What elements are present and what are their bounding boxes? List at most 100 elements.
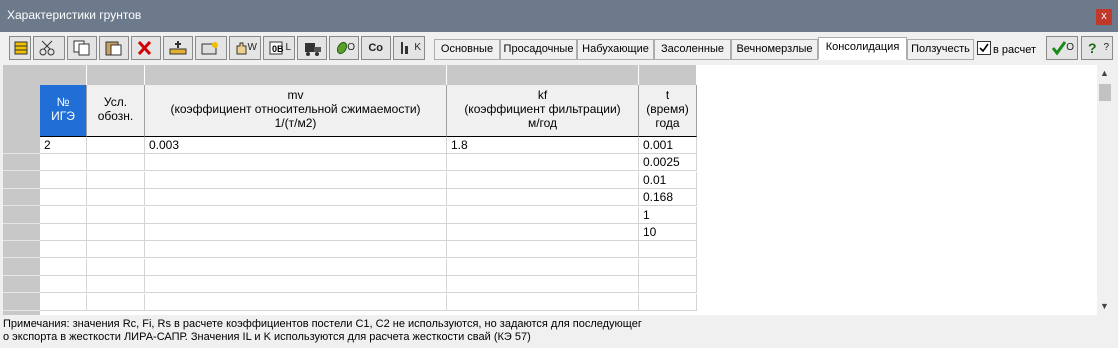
- header-ige[interactable]: № ИГЭ: [40, 85, 87, 137]
- row-header[interactable]: [3, 241, 40, 258]
- cell-usl[interactable]: [87, 137, 145, 154]
- cell-mv[interactable]: [145, 294, 447, 311]
- copy-button[interactable]: [67, 36, 97, 60]
- cell-t[interactable]: 1: [639, 207, 697, 224]
- k-button[interactable]: K: [393, 36, 425, 60]
- table-icon-button[interactable]: [9, 36, 31, 60]
- cell-mv[interactable]: [145, 189, 447, 206]
- cell-kf[interactable]: [447, 224, 639, 241]
- header-usl[interactable]: Усл. обозн.: [87, 85, 145, 137]
- scroll-down-icon[interactable]: ▼: [1100, 301, 1109, 311]
- hand-button[interactable]: W: [229, 36, 261, 60]
- cell-t[interactable]: [639, 276, 697, 293]
- cell-ige[interactable]: [40, 276, 87, 293]
- cell-mv[interactable]: [145, 259, 447, 276]
- help-button[interactable]: ? ?: [1081, 36, 1113, 60]
- cell-usl[interactable]: [87, 241, 145, 258]
- leaf-button[interactable]: O: [329, 36, 359, 60]
- cell-mv[interactable]: [145, 241, 447, 258]
- tab-vechnomerzlye[interactable]: Вечномерзлые: [731, 39, 818, 60]
- row-header[interactable]: [3, 207, 40, 224]
- cell-ige[interactable]: [40, 189, 87, 206]
- column-band-usl[interactable]: [87, 65, 145, 85]
- cell-ige[interactable]: [40, 259, 87, 276]
- cell-mv[interactable]: [145, 276, 447, 293]
- sort-button[interactable]: 0B L: [263, 36, 295, 60]
- cell-kf[interactable]: [447, 172, 639, 189]
- cell-kf[interactable]: [447, 276, 639, 293]
- column-band-t[interactable]: [639, 65, 697, 85]
- tab-osnovnye[interactable]: Основные: [434, 39, 500, 60]
- cell-kf[interactable]: [447, 294, 639, 311]
- paste-button[interactable]: [99, 36, 129, 60]
- cell-usl[interactable]: [87, 224, 145, 241]
- cell-mv[interactable]: [145, 154, 447, 171]
- row-header[interactable]: [3, 137, 40, 154]
- delete-button[interactable]: [131, 36, 161, 60]
- cell-usl[interactable]: [87, 259, 145, 276]
- cell-ige[interactable]: [40, 154, 87, 171]
- cell-kf[interactable]: [447, 241, 639, 258]
- cell-usl[interactable]: [87, 154, 145, 171]
- cell-t[interactable]: [639, 294, 697, 311]
- cell-kf[interactable]: [447, 259, 639, 276]
- fill-button[interactable]: [195, 36, 227, 60]
- cell-kf[interactable]: [447, 154, 639, 171]
- cell-mv[interactable]: [145, 207, 447, 224]
- cell-t[interactable]: 10: [639, 224, 697, 241]
- cell-ige[interactable]: [40, 241, 87, 258]
- cell-mv[interactable]: [145, 224, 447, 241]
- tab-konsolidatsiya[interactable]: Консолидация: [818, 37, 907, 60]
- cell-t[interactable]: [639, 241, 697, 258]
- cut-button[interactable]: [33, 36, 65, 60]
- row-header[interactable]: [3, 154, 40, 171]
- row-header[interactable]: [3, 276, 40, 293]
- cell-ige[interactable]: 2: [40, 137, 87, 154]
- cell-mv[interactable]: [145, 172, 447, 189]
- cell-kf[interactable]: [447, 207, 639, 224]
- checkbox-box[interactable]: [977, 41, 991, 55]
- cell-usl[interactable]: [87, 189, 145, 206]
- row-header[interactable]: [3, 224, 40, 241]
- scroll-thumb[interactable]: [1099, 84, 1111, 101]
- calc-button[interactable]: [297, 36, 327, 60]
- cell-ige[interactable]: [40, 224, 87, 241]
- cell-usl[interactable]: [87, 276, 145, 293]
- cell-usl[interactable]: [87, 172, 145, 189]
- row-header[interactable]: [3, 189, 40, 206]
- cell-kf[interactable]: 1.8: [447, 137, 639, 154]
- column-band-mv[interactable]: [145, 65, 447, 85]
- header-mv[interactable]: mv (коэффициент относительной сжимаемост…: [145, 85, 447, 137]
- in-calc-checkbox[interactable]: в расчет: [977, 41, 1036, 56]
- cell-t[interactable]: 0.001: [639, 137, 697, 154]
- header-t[interactable]: t (время) года: [639, 85, 697, 137]
- cell-ige[interactable]: [40, 294, 87, 311]
- cell-ige[interactable]: [40, 172, 87, 189]
- cell-usl[interactable]: [87, 207, 145, 224]
- cell-t[interactable]: [639, 259, 697, 276]
- scroll-up-icon[interactable]: ▲: [1100, 68, 1109, 78]
- row-header[interactable]: [3, 172, 40, 189]
- cell-ige[interactable]: [40, 207, 87, 224]
- row-header[interactable]: [3, 294, 40, 311]
- k-button-label: K: [414, 42, 421, 53]
- cell-t[interactable]: 0.168: [639, 189, 697, 206]
- close-button[interactable]: x: [1096, 9, 1112, 25]
- tab-prosadochnye[interactable]: Просадочные: [500, 39, 577, 60]
- ok-button[interactable]: O: [1046, 36, 1078, 60]
- vertical-scrollbar[interactable]: ▲ ▼: [1097, 65, 1115, 315]
- cell-t[interactable]: 0.0025: [639, 154, 697, 171]
- header-kf[interactable]: kf (коэффициент фильтрации) м/год: [447, 85, 639, 137]
- cell-mv[interactable]: 0.003: [145, 137, 447, 154]
- tab-zasolennye[interactable]: Засоленные: [654, 39, 731, 60]
- tab-nabukhayushchie[interactable]: Набухающие: [577, 39, 654, 60]
- co-button[interactable]: Cо: [361, 36, 391, 60]
- cell-usl[interactable]: [87, 294, 145, 311]
- cell-kf[interactable]: [447, 189, 639, 206]
- column-band-ige[interactable]: [40, 65, 87, 85]
- row-header[interactable]: [3, 259, 40, 276]
- cell-t[interactable]: 0.01: [639, 172, 697, 189]
- tab-polzuchest[interactable]: Ползучесть: [907, 39, 974, 60]
- insert-row-button[interactable]: [163, 36, 193, 60]
- column-band-kf[interactable]: [447, 65, 639, 85]
